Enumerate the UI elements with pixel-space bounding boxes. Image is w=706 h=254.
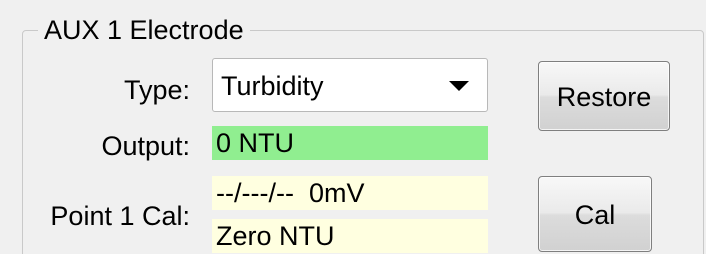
calibration-point-name: Zero NTU xyxy=(216,221,335,251)
calibration-date-mv: --/---/-- 0mV xyxy=(216,178,365,208)
type-label: Type: xyxy=(123,75,190,105)
type-selected-value: Turbidity xyxy=(221,71,324,101)
chevron-down-icon[interactable] xyxy=(449,81,469,91)
restore-button[interactable]: Restore xyxy=(538,61,670,131)
groupbox-title: AUX 1 Electrode xyxy=(38,14,250,46)
output-value-box: 0 NTU xyxy=(212,126,488,160)
calibration-info-line-1: --/---/-- 0mV xyxy=(212,176,488,210)
aux-electrode-panel: AUX 1 Electrode Type: Turbidity Restore … xyxy=(0,0,706,254)
output-label: Output: xyxy=(101,131,190,161)
cal-button[interactable]: Cal xyxy=(538,176,652,252)
type-dropdown[interactable]: Turbidity xyxy=(212,58,488,112)
output-value: 0 NTU xyxy=(216,128,295,158)
calibration-info-line-2: Zero NTU xyxy=(212,219,488,253)
point-1-cal-label: Point 1 Cal: xyxy=(50,201,190,231)
